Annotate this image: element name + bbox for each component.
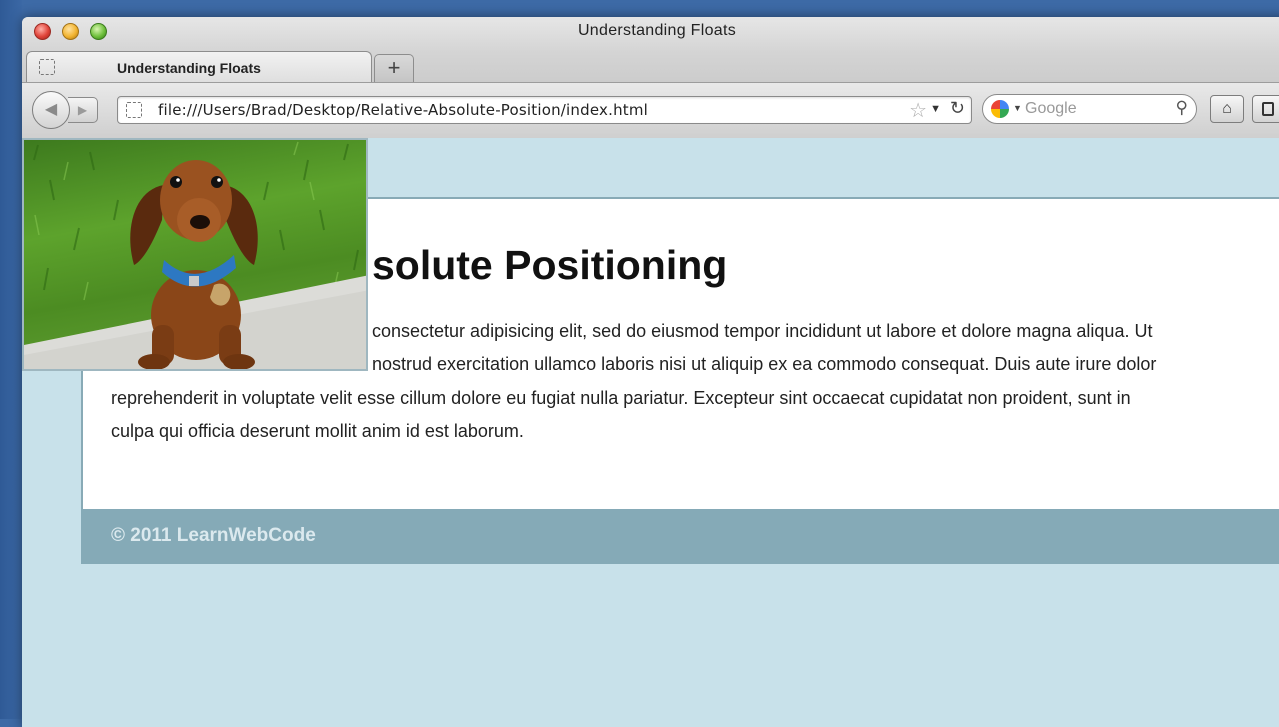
bookmark-star-icon[interactable]: ☆ — [909, 98, 927, 123]
forward-button[interactable]: ▶ — [68, 97, 98, 123]
home-button[interactable]: ⌂ — [1210, 95, 1244, 123]
page-footer: © 2011 LearnWebCode — [81, 509, 1279, 564]
url-text[interactable]: file:///Users/Brad/Desktop/Relative-Abso… — [158, 101, 648, 119]
page-heading: solute Positioning — [372, 242, 728, 288]
back-forward-group: ▶ ◀ — [32, 91, 104, 129]
magnifier-icon[interactable]: ⚲ — [1176, 98, 1188, 118]
browser-window: Understanding Floats Understanding Float… — [22, 17, 1279, 727]
dog-illustration — [24, 141, 366, 369]
tab-understanding-floats[interactable]: Understanding Floats — [26, 51, 372, 83]
paragraph-line: culpa qui officia deserunt mollit anim i… — [111, 421, 524, 441]
site-identity-icon — [126, 102, 142, 118]
navigation-toolbar: ▶ ◀ file:///Users/Brad/Desktop/Relative-… — [22, 82, 1279, 138]
address-bar[interactable]: file:///Users/Brad/Desktop/Relative-Abso… — [117, 96, 972, 124]
paragraph-line: consectetur adipisicing elit, sed do eiu… — [372, 321, 1153, 341]
back-arrow-icon: ◀ — [44, 101, 58, 118]
desktop-background — [0, 0, 22, 719]
google-engine-icon[interactable] — [991, 100, 1009, 118]
back-button[interactable]: ◀ — [32, 91, 70, 129]
page-favicon-icon — [39, 59, 55, 75]
page-viewport: solute Positioning consectetur adipisici… — [22, 138, 1279, 727]
paragraph-line: reprehenderit in voluptate velit esse ci… — [111, 388, 1131, 408]
engine-dropdown-icon[interactable]: ▼ — [1013, 103, 1022, 113]
footer-copyright: © 2011 LearnWebCode — [111, 525, 316, 546]
tab-label: Understanding Floats — [117, 60, 261, 76]
history-dropdown-icon[interactable]: ▼ — [930, 103, 941, 115]
reload-icon[interactable]: ↻ — [950, 98, 965, 119]
search-bar[interactable]: ▼ Google ⚲ — [982, 94, 1197, 124]
search-input[interactable]: Google — [1025, 100, 1077, 118]
paragraph-line: nostrud exercitation ullamco laboris nis… — [372, 354, 1157, 374]
title-bar: Understanding Floats Understanding Float… — [22, 17, 1279, 138]
home-icon: ⌂ — [1222, 100, 1232, 117]
toolbar-extra-button[interactable] — [1252, 95, 1279, 123]
window-title: Understanding Floats — [577, 22, 737, 39]
forward-arrow-icon: ▶ — [77, 103, 88, 117]
new-tab-button[interactable]: + — [374, 54, 414, 83]
dachshund-photo — [22, 138, 368, 371]
